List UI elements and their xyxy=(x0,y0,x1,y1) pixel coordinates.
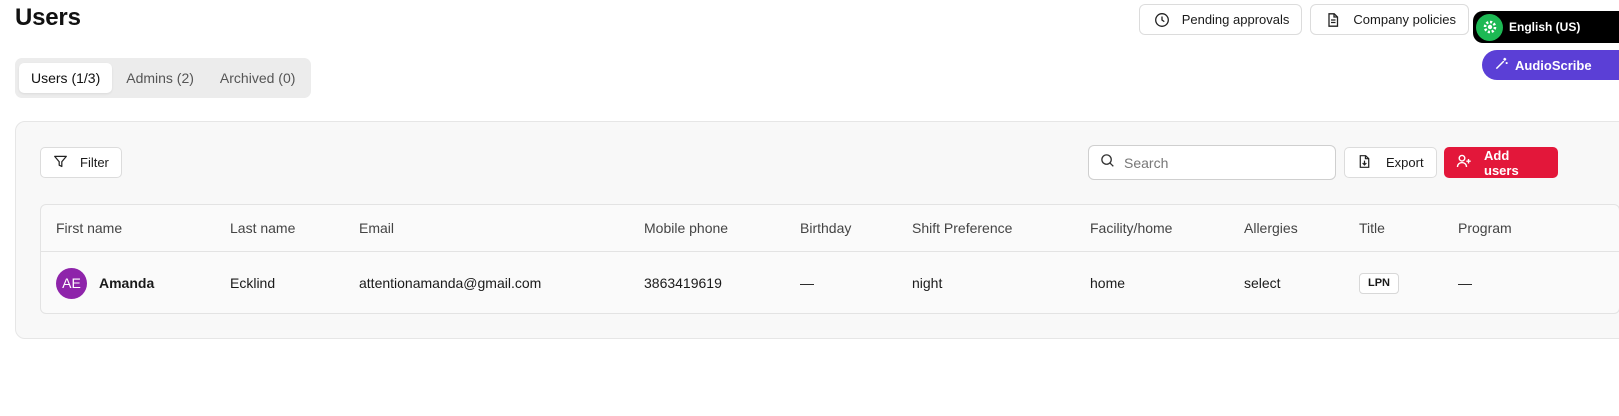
column-header-mobile-phone[interactable]: Mobile phone xyxy=(644,205,728,251)
users-panel: Filter Export Add users First name Last … xyxy=(15,121,1619,339)
tab-admins[interactable]: Admins (2) xyxy=(114,63,206,93)
export-button[interactable]: Export xyxy=(1344,147,1437,178)
table-row[interactable]: AE Amanda Ecklind attentionamanda@gmail.… xyxy=(41,252,1619,314)
avatar: AE xyxy=(56,267,87,299)
cell-program: — xyxy=(1458,275,1472,291)
company-policies-label: Company policies xyxy=(1353,12,1456,27)
column-header-email[interactable]: Email xyxy=(359,205,394,251)
filter-icon xyxy=(53,154,68,172)
add-users-button[interactable]: Add users xyxy=(1444,147,1558,178)
language-label: English (US) xyxy=(1509,20,1581,34)
cell-allergies: select xyxy=(1244,275,1281,291)
pending-approvals-label: Pending approvals xyxy=(1181,12,1290,27)
top-actions: Pending approvals Company policies xyxy=(1138,4,1469,35)
column-header-last-name[interactable]: Last name xyxy=(230,205,295,251)
add-user-icon xyxy=(1456,153,1472,172)
search-icon xyxy=(1100,153,1115,173)
document-icon xyxy=(1323,12,1343,28)
magic-wand-icon xyxy=(1494,56,1509,74)
company-policies-button[interactable]: Company policies xyxy=(1310,4,1469,35)
users-table: First name Last name Email Mobile phone … xyxy=(40,204,1619,314)
gear-icon xyxy=(1476,13,1503,41)
cell-email: attentionamanda@gmail.com xyxy=(359,275,542,291)
cell-birthday: — xyxy=(800,275,814,291)
column-header-shift-preference[interactable]: Shift Preference xyxy=(912,205,1012,251)
filter-button[interactable]: Filter xyxy=(40,147,122,178)
first-name-text: Amanda xyxy=(99,275,155,291)
cell-title: LPN xyxy=(1359,252,1399,314)
cell-last-name: Ecklind xyxy=(230,275,276,291)
cell-first-name: AE Amanda xyxy=(56,252,154,314)
filter-label: Filter xyxy=(80,155,109,170)
cell-shift-preference: night xyxy=(912,275,943,291)
search-input[interactable] xyxy=(1124,154,1314,171)
table-header: First name Last name Email Mobile phone … xyxy=(41,205,1619,252)
column-header-allergies[interactable]: Allergies xyxy=(1244,205,1298,251)
page-title: Users xyxy=(15,4,81,31)
column-header-first-name[interactable]: First name xyxy=(56,205,122,251)
column-header-program[interactable]: Program xyxy=(1458,205,1512,251)
audioscribe-label: AudioScribe xyxy=(1515,57,1592,73)
column-header-birthday[interactable]: Birthday xyxy=(800,205,851,251)
user-tabs: Users (1/3) Admins (2) Archived (0) xyxy=(15,58,312,98)
tab-users[interactable]: Users (1/3) xyxy=(19,63,113,93)
column-header-title[interactable]: Title xyxy=(1359,205,1385,251)
column-header-facility[interactable]: Facility/home xyxy=(1090,205,1172,251)
pending-approvals-button[interactable]: Pending approvals xyxy=(1138,4,1303,35)
language-selector[interactable]: English (US) xyxy=(1473,11,1619,43)
export-label: Export xyxy=(1386,155,1424,170)
title-badge: LPN xyxy=(1359,272,1399,294)
audioscribe-button[interactable]: AudioScribe xyxy=(1482,50,1619,80)
clock-icon xyxy=(1152,12,1172,28)
cell-mobile-phone: 3863419619 xyxy=(644,275,722,291)
tab-archived[interactable]: Archived (0) xyxy=(208,63,307,93)
cell-facility: home xyxy=(1090,275,1126,291)
add-users-label: Add users xyxy=(1484,147,1519,178)
search-field[interactable] xyxy=(1088,145,1336,180)
export-file-icon xyxy=(1357,154,1372,172)
